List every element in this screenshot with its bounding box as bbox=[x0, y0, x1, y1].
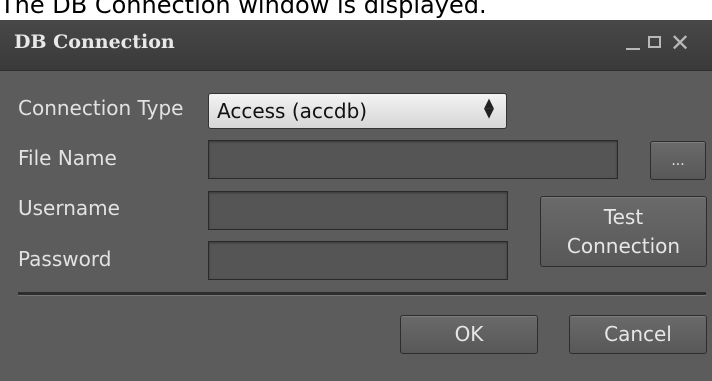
title-bar[interactable]: DB Connection ✕ bbox=[0, 20, 712, 71]
browse-button[interactable]: ... bbox=[650, 141, 706, 180]
minimize-button[interactable] bbox=[620, 30, 644, 56]
file-name-label: File Name bbox=[18, 146, 117, 170]
username-field[interactable] bbox=[208, 191, 508, 230]
file-name-field[interactable] bbox=[208, 140, 618, 179]
close-icon: ✕ bbox=[669, 29, 691, 57]
connection-type-select[interactable]: Access (accdb) ▲ ▼ bbox=[208, 93, 507, 129]
ok-button[interactable]: OK bbox=[400, 315, 538, 354]
minimize-icon bbox=[626, 48, 640, 50]
maximize-icon bbox=[648, 36, 661, 48]
screenshot-root: The DB Connection window is displayed. D… bbox=[0, 0, 712, 381]
connection-type-label: Connection Type bbox=[18, 96, 184, 120]
password-field[interactable] bbox=[208, 241, 508, 280]
caption-text: The DB Connection window is displayed. bbox=[0, 0, 487, 19]
username-label: Username bbox=[18, 196, 120, 220]
close-button[interactable]: ✕ bbox=[668, 30, 692, 56]
db-connection-window: DB Connection ✕ Connection Type Access (… bbox=[0, 20, 712, 381]
select-arrows-icon: ▲ ▼ bbox=[484, 96, 494, 121]
separator bbox=[18, 292, 706, 296]
browse-button-label: ... bbox=[671, 153, 685, 169]
window-title: DB Connection bbox=[14, 31, 175, 53]
cancel-button[interactable]: Cancel bbox=[569, 315, 707, 354]
password-label: Password bbox=[18, 247, 112, 271]
connection-type-value: Access (accdb) bbox=[217, 99, 368, 123]
test-connection-button[interactable]: Test Connection bbox=[540, 196, 707, 267]
maximize-button[interactable] bbox=[643, 30, 667, 56]
